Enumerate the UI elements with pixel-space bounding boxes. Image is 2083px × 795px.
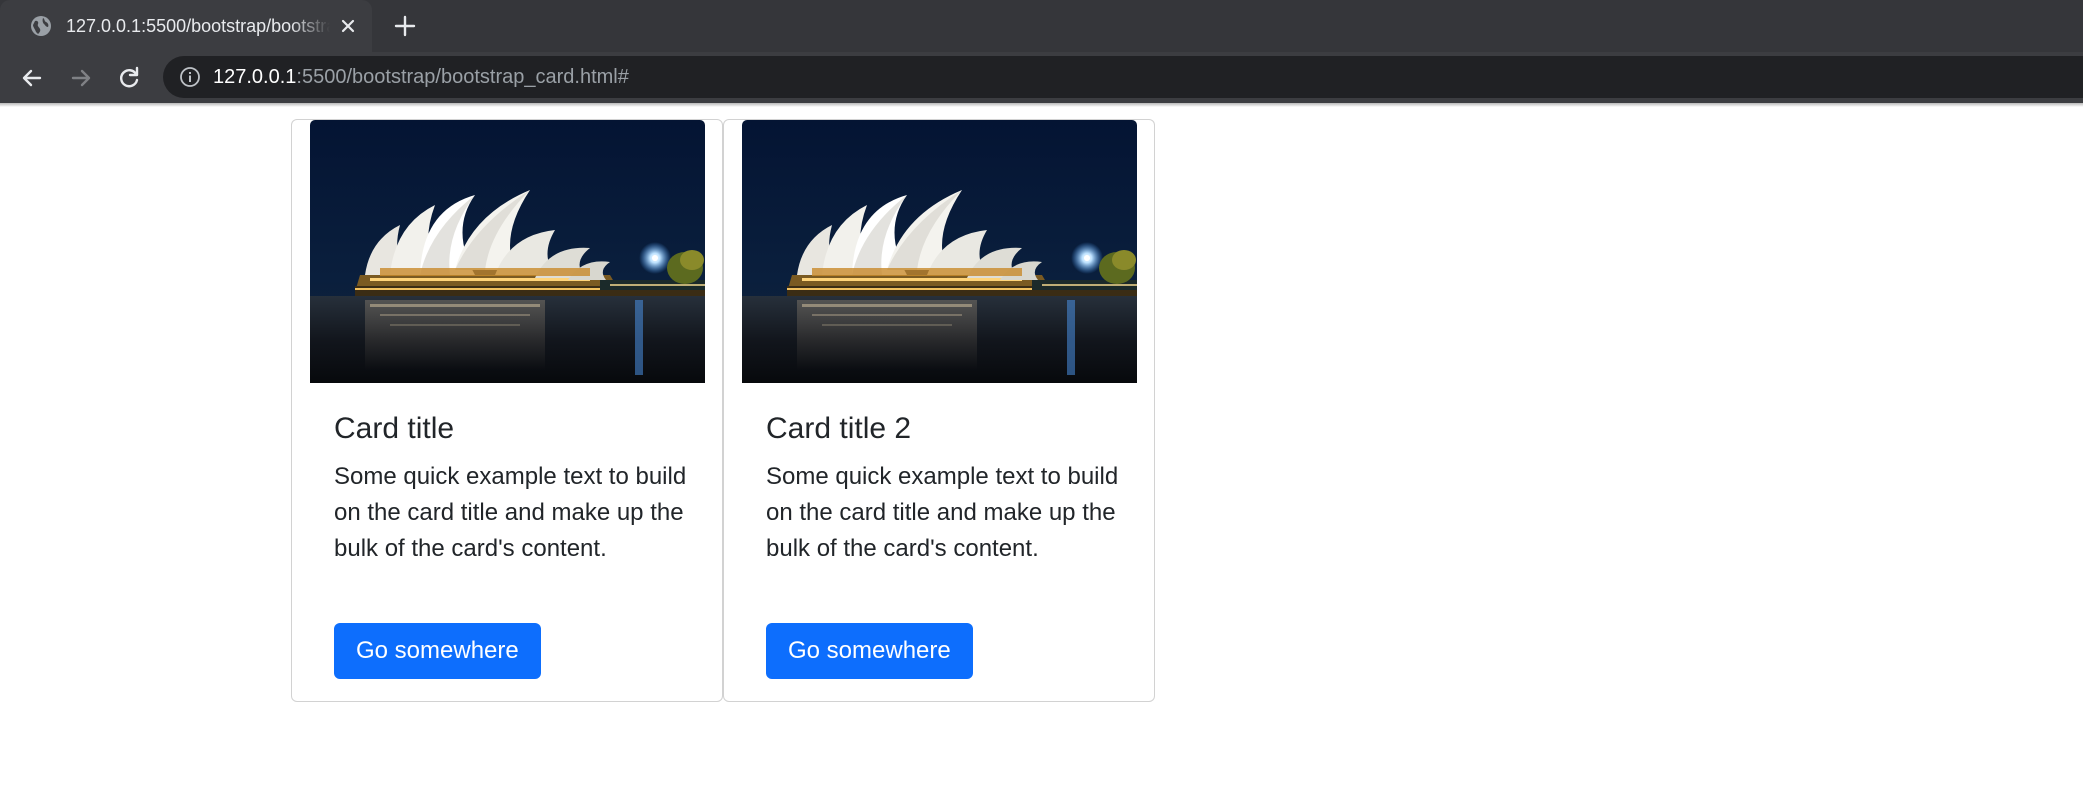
card-body: Card title Some quick example text to bu… [334, 405, 694, 567]
card: Card title Some quick example text to bu… [291, 119, 723, 702]
globe-icon [31, 16, 51, 36]
arrow-right-icon[interactable] [68, 65, 94, 91]
browser-tab[interactable]: 127.0.0.1:5500/bootstrap/bootstrap_card.… [0, 0, 372, 52]
plus-icon[interactable] [392, 13, 418, 39]
card-body: Card title 2 Some quick example text to … [766, 405, 1126, 567]
card-text: Some quick example text to build on the … [334, 463, 687, 562]
tab-title: 127.0.0.1:5500/bootstrap/bootstrap_card.… [66, 16, 330, 36]
url-text[interactable]: 127.0.0.1:5500/bootstrap/bootstrap_card.… [213, 65, 629, 89]
arrow-left-icon[interactable] [19, 65, 45, 91]
go-somewhere-button[interactable]: Go somewhere [766, 623, 973, 679]
info-icon[interactable] [179, 66, 201, 88]
browser-tabstrip: 127.0.0.1:5500/bootstrap/bootstrap_card.… [0, 0, 2083, 52]
address-bar[interactable]: 127.0.0.1:5500/bootstrap/bootstrap_card.… [163, 56, 2083, 98]
card-text: Some quick example text to build on the … [766, 463, 1119, 562]
close-icon[interactable] [337, 15, 359, 37]
card-title: Card title 2 [766, 412, 912, 445]
url-host: 127.0.0.1 [213, 66, 297, 88]
card: Card title 2 Some quick example text to … [723, 119, 1155, 702]
toolbar-shadow [0, 103, 2083, 107]
url-path: :5500/bootstrap/bootstrap_card.html# [296, 66, 629, 88]
card-image [742, 120, 1137, 383]
reload-icon[interactable] [116, 65, 142, 91]
card-image [310, 120, 705, 383]
card-title: Card title [334, 412, 455, 445]
browser-toolbar: 127.0.0.1:5500/bootstrap/bootstrap_card.… [0, 52, 2083, 103]
go-somewhere-button[interactable]: Go somewhere [334, 623, 541, 679]
